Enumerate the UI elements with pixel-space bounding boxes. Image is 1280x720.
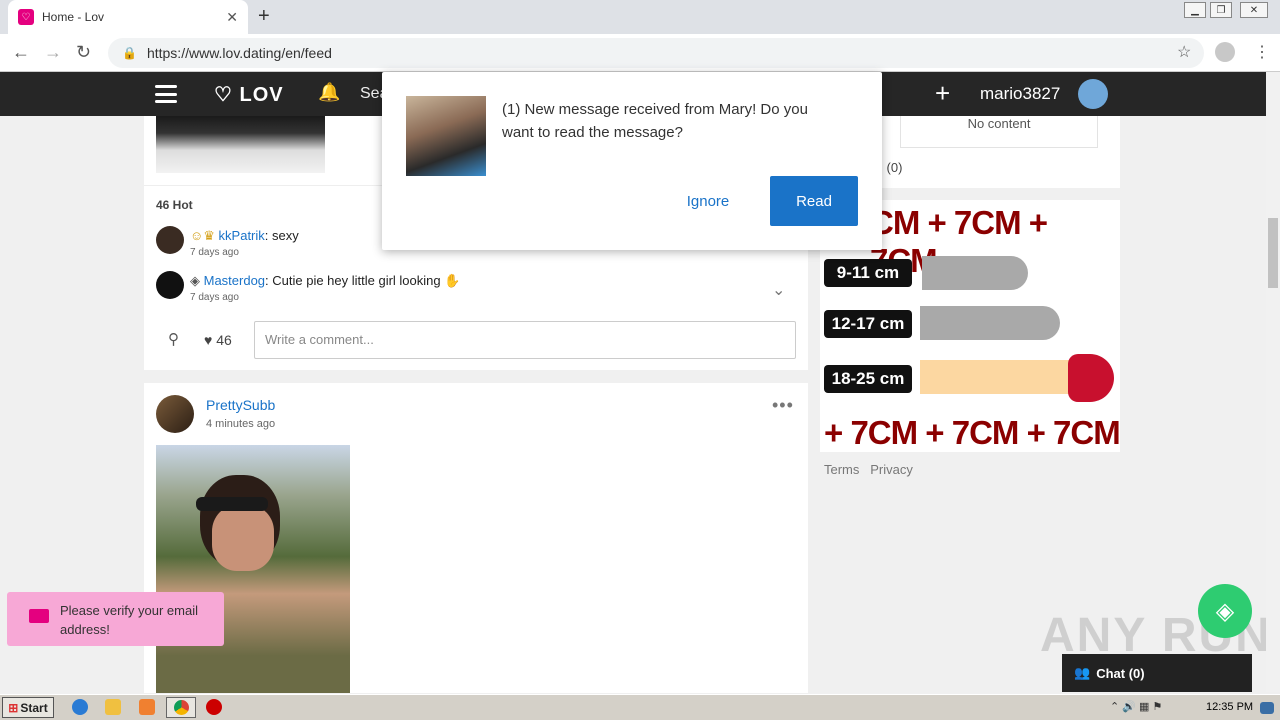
folder-icon[interactable] xyxy=(105,699,121,715)
tab-title: Home - Lov xyxy=(42,10,105,24)
read-button[interactable]: Read xyxy=(770,176,858,226)
close-window-icon[interactable]: ✕ xyxy=(1240,2,1268,18)
clock: 12:35 PM xyxy=(1206,701,1254,713)
windows-logo-icon: ⊞ xyxy=(8,700,19,715)
chat-label: Chat (0) xyxy=(1096,665,1145,681)
new-tab-icon[interactable]: + xyxy=(258,5,270,28)
hot-count: 46 Hot xyxy=(156,198,193,212)
username[interactable]: mario3827 xyxy=(980,84,1060,104)
tab-strip: ♡ Home - Lov ✕ + ▁ ❐ ✕ xyxy=(0,0,1280,34)
forward-icon[interactable]: → xyxy=(44,42,62,63)
heart-icon: ♥ xyxy=(204,332,213,348)
post-user[interactable]: PrettySubb xyxy=(206,397,275,413)
bell-icon[interactable]: 🔔 xyxy=(318,82,340,103)
photo-face xyxy=(212,505,274,571)
promo-bottom-text: + 7CM + 7CM + 7CM xyxy=(824,414,1120,451)
url-text: https://www.lov.dating/en/feed xyxy=(146,45,332,61)
comment-time: 7 days ago xyxy=(190,247,239,258)
comment: ◈ Masterdog: Cutie pie hey little girl l… xyxy=(190,273,460,289)
promo-bar xyxy=(920,306,1060,340)
menu-kebab-icon[interactable]: ⋮ xyxy=(1254,42,1270,62)
post-image xyxy=(156,116,325,173)
chevron-down-icon[interactable]: ⌄ xyxy=(772,280,785,300)
comment-time: 7 days ago xyxy=(190,292,239,303)
stop-icon[interactable] xyxy=(206,699,222,715)
tray-icons[interactable]: ⌃ 🔊 ▦ ⚑ xyxy=(1110,700,1162,713)
like-count: 46 xyxy=(216,332,232,348)
comment-text: : sexy xyxy=(264,228,299,243)
promo-bar xyxy=(920,360,1070,394)
ie-icon[interactable] xyxy=(72,699,88,715)
post-time: 4 minutes ago xyxy=(206,418,276,430)
scrollbar[interactable] xyxy=(1266,72,1280,692)
add-post-icon[interactable]: + xyxy=(935,78,950,109)
sunglasses xyxy=(196,497,268,511)
comment: ☺♛ kkPatrik: sexy xyxy=(190,228,299,244)
diamond-badge-icon: ◈ xyxy=(190,273,204,288)
scrollbar-thumb[interactable] xyxy=(1268,218,1278,288)
chrome-taskbar-button[interactable] xyxy=(166,697,196,718)
close-tab-icon[interactable]: ✕ xyxy=(226,9,238,26)
sender-photo xyxy=(406,96,486,176)
start-label: Start xyxy=(20,700,48,715)
start-button[interactable]: ⊞ Start xyxy=(2,697,54,718)
url-field[interactable]: 🔒 https://www.lov.dating/en/feed xyxy=(108,38,1204,68)
new-message-dialog: (1) New message received from Mary! Do y… xyxy=(382,72,882,250)
pin-icon[interactable]: ⚲ xyxy=(168,330,179,348)
chat-button[interactable]: 👥 Chat (0) xyxy=(1062,654,1252,692)
avatar[interactable] xyxy=(1078,79,1108,109)
address-bar-row: ← → ↻ 🔒 https://www.lov.dating/en/feed ☆… xyxy=(0,34,1280,72)
taskbar: ⊞ Start ⌃ 🔊 ▦ ⚑ 12:35 PM xyxy=(0,694,1280,720)
post-card: PrettySubb 4 minutes ago ••• xyxy=(144,383,808,693)
mail-icon xyxy=(29,609,49,623)
avatar[interactable] xyxy=(156,271,184,299)
comment-user[interactable]: Masterdog xyxy=(204,273,265,288)
like-button[interactable]: ♥ 46 xyxy=(204,332,232,348)
comment-input[interactable]: Write a comment... xyxy=(254,321,796,359)
promo-label: 12-17 cm xyxy=(824,310,912,338)
bookmark-star-icon[interactable]: ☆ xyxy=(1177,42,1191,62)
ignore-button[interactable]: Ignore xyxy=(668,176,748,226)
footer-links: Terms Privacy xyxy=(824,462,913,477)
terms-link[interactable]: Terms xyxy=(824,462,859,477)
reload-icon[interactable]: ↻ xyxy=(76,42,91,63)
avatar[interactable] xyxy=(156,395,194,433)
back-icon[interactable]: ← xyxy=(12,42,30,63)
profile-icon[interactable] xyxy=(1215,42,1235,62)
promo-bar-tip xyxy=(1068,354,1114,402)
toast-text: Please verify your email address! xyxy=(60,603,198,637)
hamburger-icon[interactable] xyxy=(155,85,177,103)
logo-text: LOV xyxy=(239,84,284,106)
privacy-link[interactable]: Privacy xyxy=(870,462,913,477)
restore-icon[interactable]: ❐ xyxy=(1210,2,1232,18)
minimize-icon[interactable]: ▁ xyxy=(1184,2,1206,18)
no-content-box: No content xyxy=(900,116,1098,148)
media-player-icon[interactable] xyxy=(139,699,155,715)
browser-tab[interactable]: ♡ Home - Lov ✕ xyxy=(8,0,248,34)
avatar[interactable] xyxy=(156,226,184,254)
dialog-message: (1) New message received from Mary! Do y… xyxy=(502,101,808,141)
count-value: (0) xyxy=(886,160,903,175)
comment-user[interactable]: kkPatrik xyxy=(219,228,265,243)
count-row: l (0) xyxy=(880,160,902,175)
post-image[interactable] xyxy=(156,445,350,693)
hand-icon: ✋ xyxy=(444,273,461,288)
badge-icon: ☺♛ xyxy=(190,228,219,243)
no-content-text: No content xyxy=(967,116,1031,131)
more-options-icon[interactable]: ••• xyxy=(772,395,794,416)
promo-bar xyxy=(922,256,1028,290)
chrome-icon xyxy=(174,700,189,715)
promo-label: 9-11 cm xyxy=(824,259,912,287)
lov-logo[interactable]: ♡ LOV xyxy=(214,82,284,107)
show-desktop-icon[interactable] xyxy=(1260,702,1274,714)
lov-favicon-icon: ♡ xyxy=(18,9,34,25)
chat-user-icon: 👥 xyxy=(1074,665,1091,680)
diamond-icon[interactable]: ◈ xyxy=(1198,584,1252,638)
promo-label: 18-25 cm xyxy=(824,365,912,393)
comment-text: : Cutie pie hey little girl looking xyxy=(265,273,441,288)
lock-icon: 🔒 xyxy=(122,46,137,60)
verify-email-toast[interactable]: Please verify your email address! xyxy=(7,592,224,646)
